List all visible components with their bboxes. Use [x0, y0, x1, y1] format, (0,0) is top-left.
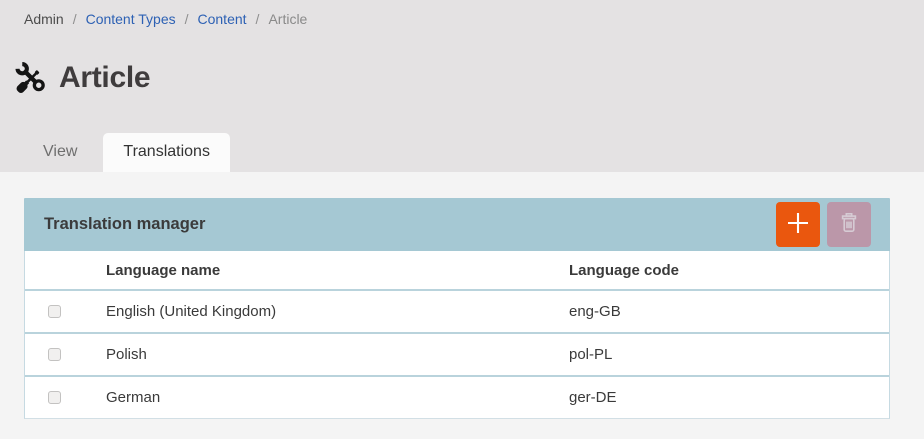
language-code-cell: ger-DE — [569, 389, 889, 406]
trash-icon — [837, 211, 861, 238]
language-code-cell: eng-GB — [569, 303, 889, 320]
page-header: Admin / Content Types / Content / Articl… — [0, 0, 924, 172]
breadcrumb: Admin / Content Types / Content / Articl… — [0, 0, 924, 27]
tools-icon — [11, 56, 52, 100]
tab-translations[interactable]: Translations — [103, 133, 230, 172]
table-row: English (United Kingdom) eng-GB — [25, 289, 889, 332]
language-name-cell: English (United Kingdom) — [106, 303, 569, 320]
row-checkbox[interactable] — [48, 305, 61, 318]
delete-translation-button[interactable] — [827, 202, 871, 247]
translation-manager-panel: Translation manager — [24, 198, 890, 419]
breadcrumb-item-article: Article — [268, 11, 307, 27]
add-translation-button[interactable] — [776, 202, 820, 247]
tab-bar: View Translations — [24, 133, 237, 172]
tab-view[interactable]: View — [24, 133, 96, 172]
row-checkbox[interactable] — [48, 391, 61, 404]
page-title-row: Article — [11, 41, 924, 115]
column-header-language-code: Language code — [569, 262, 889, 279]
tab-content: Translation manager — [0, 172, 924, 419]
table-row: Polish pol-PL — [25, 332, 889, 375]
panel-header: Translation manager — [24, 198, 890, 251]
breadcrumb-link-content[interactable]: Content — [198, 11, 247, 27]
plus-icon — [786, 211, 810, 238]
row-checkbox[interactable] — [48, 348, 61, 361]
breadcrumb-separator: / — [256, 11, 260, 27]
table-header-row: Language name Language code — [25, 251, 889, 289]
column-header-language-name: Language name — [106, 262, 569, 279]
table-row: German ger-DE — [25, 375, 889, 418]
translations-table: Language name Language code English (Uni… — [24, 251, 890, 419]
language-code-cell: pol-PL — [569, 346, 889, 363]
language-name-cell: German — [106, 389, 569, 406]
panel-title: Translation manager — [44, 215, 776, 234]
breadcrumb-item-admin: Admin — [24, 11, 64, 27]
language-name-cell: Polish — [106, 346, 569, 363]
page-title: Article — [59, 61, 150, 95]
breadcrumb-separator: / — [73, 11, 77, 27]
breadcrumb-link-content-types[interactable]: Content Types — [86, 11, 176, 27]
breadcrumb-separator: / — [185, 11, 189, 27]
